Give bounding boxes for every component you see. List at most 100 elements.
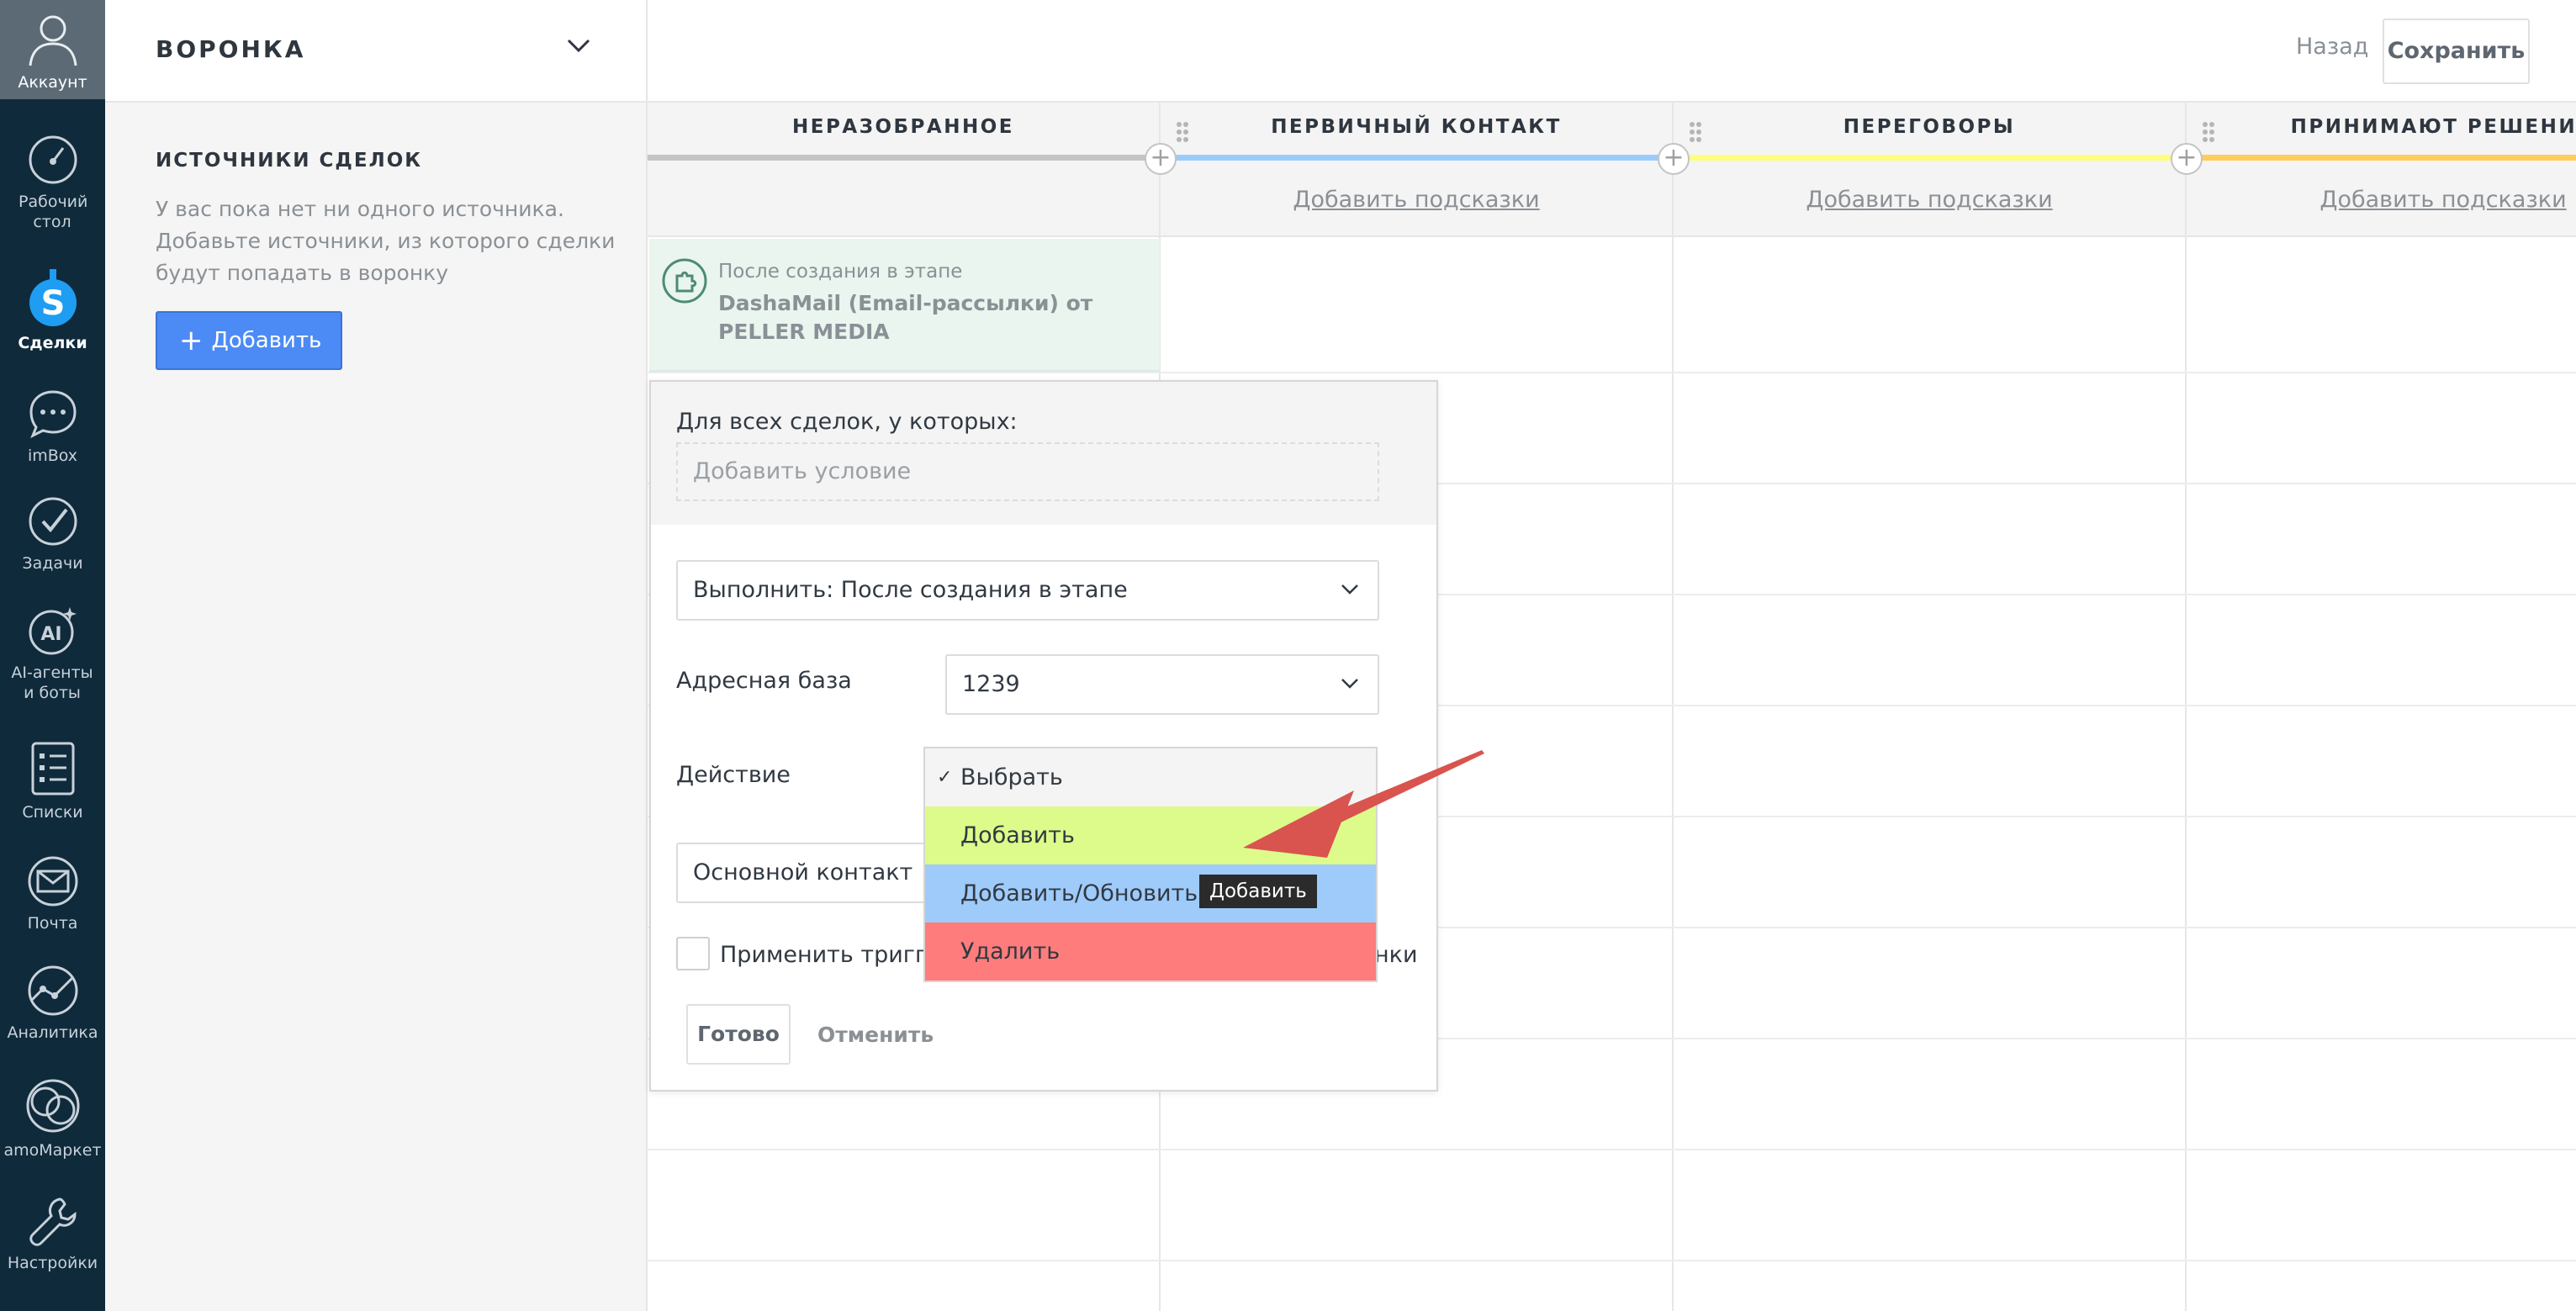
address-base-value: 1239	[962, 671, 1020, 697]
stage-title: НЕРАЗОБРАННОЕ	[792, 116, 1014, 138]
ai-icon: AI	[29, 607, 77, 655]
nav-deals[interactable]: S Сделки	[0, 267, 105, 353]
back-button[interactable]: Назад	[2296, 34, 2368, 60]
row-divider	[648, 1260, 2576, 1261]
cancel-button[interactable]: Отменить	[817, 1023, 934, 1047]
stage-title: ПЕРЕГОВОРЫ	[1843, 116, 2016, 138]
stage-title: ПЕРВИЧНЫЙ КОНТАКТ	[1271, 116, 1562, 138]
stage-column: ПРИНИМАЮТ РЕШЕНИЕ Добавить подсказки	[2187, 103, 2576, 1311]
nav-analytics[interactable]: Аналитика	[0, 964, 105, 1043]
speedometer-icon	[29, 135, 77, 184]
chevron-down-icon	[1341, 679, 1358, 689]
nav-lists-label: Списки	[22, 803, 83, 822]
nav-mail[interactable]: Почта	[0, 854, 105, 933]
deals-icon: S	[29, 269, 77, 326]
analytics-icon	[28, 965, 77, 1016]
contact-select[interactable]: Основной контакт	[676, 843, 954, 903]
chevron-down-icon[interactable]	[566, 37, 591, 54]
execute-select[interactable]: Выполнить: После создания в этапе	[676, 560, 1379, 621]
plus-icon: +	[179, 324, 204, 357]
add-condition-field[interactable]: Добавить условие	[676, 442, 1379, 501]
tooltip: Добавить	[1199, 875, 1317, 908]
trigger-settings-popup: Для всех сделок, у которых: Добавить усл…	[649, 380, 1438, 1092]
add-source-label: Добавить	[211, 328, 322, 353]
funnel-header[interactable]: ВОРОНКА	[105, 0, 646, 103]
sources-description: У вас пока нет ни одного источника. Доба…	[156, 197, 616, 285]
apply-trigger-label: Применить триггер	[720, 942, 955, 968]
add-hints-link[interactable]: Добавить подсказки	[1674, 187, 2185, 213]
checkmark-icon	[29, 497, 77, 546]
option-label: Добавить/Обновить	[960, 880, 1198, 907]
chat-icon	[29, 390, 77, 439]
funnel-title: ВОРОНКА	[156, 35, 306, 63]
annotation-arrow-icon	[1243, 750, 1484, 858]
stage-color-line	[648, 155, 1159, 161]
market-icon	[26, 1079, 79, 1133]
done-button[interactable]: Готово	[686, 1004, 791, 1065]
trigger-condition: После создания в этапе	[718, 261, 963, 283]
check-icon: ✓	[937, 767, 953, 788]
contact-value: Основной контакт	[693, 859, 913, 885]
svg-text:AI: AI	[40, 624, 61, 645]
option-label: Добавить	[960, 822, 1075, 848]
add-stage-button[interactable]: +	[1145, 143, 1177, 175]
nav-market[interactable]: amoМаркет	[0, 1076, 105, 1160]
add-hints-link[interactable]: Добавить подсказки	[2187, 187, 2576, 213]
execute-value: Выполнить: После создания в этапе	[693, 577, 1128, 603]
nav-dashboard-label: Рабочий стол	[19, 193, 88, 231]
trigger-card[interactable]: После создания в этапе DashaMail (Email-…	[649, 239, 1160, 372]
avatar-icon	[29, 15, 77, 66]
nav-dashboard[interactable]: Рабочий стол	[0, 133, 105, 232]
puzzle-icon	[662, 258, 707, 304]
stage-color-line	[1161, 155, 1672, 161]
trigger-name: DashaMail (Email-рассылки) от PELLER MED…	[718, 291, 1093, 344]
nav-ai-label: AI-агенты и боты	[11, 663, 93, 702]
option-label: Удалить	[960, 938, 1061, 965]
stage-column: ПЕРЕГОВОРЫ Добавить подсказки	[1674, 103, 2187, 1311]
apply-trigger-label-tail: нки	[1374, 942, 1418, 968]
address-base-label: Адресная база	[676, 668, 852, 694]
add-source-button[interactable]: + Добавить	[156, 311, 342, 370]
stage-color-line	[2187, 155, 2576, 161]
nav-deals-label: Сделки	[18, 334, 87, 352]
address-base-select[interactable]: 1239	[945, 654, 1379, 715]
stage-header: ПЕРЕГОВОРЫ Добавить подсказки	[1674, 103, 2185, 237]
action-option-delete[interactable]: Удалить	[925, 922, 1376, 981]
nav-imbox-label: imBox	[27, 447, 78, 465]
chevron-down-icon	[1341, 584, 1358, 595]
nav-account-label: Аккаунт	[18, 73, 87, 92]
nav-ai[interactable]: AI AI-агенты и боты	[0, 604, 105, 703]
nav-market-label: amoМаркет	[3, 1141, 102, 1160]
stage-header: НЕРАЗОБРАННОЕ	[648, 103, 1159, 237]
nav-mail-label: Почта	[27, 914, 78, 933]
condition-label: Для всех сделок, у которых:	[676, 409, 1018, 435]
list-icon	[31, 742, 74, 796]
apply-trigger-checkbox[interactable]	[676, 937, 710, 970]
save-button[interactable]: Сохранить	[2383, 19, 2530, 84]
stage-color-line	[1674, 155, 2185, 161]
add-stage-button[interactable]: +	[1658, 143, 1690, 175]
row-divider	[648, 372, 2576, 373]
nav-imbox[interactable]: imBox	[0, 387, 105, 466]
nav-tasks[interactable]: Задачи	[0, 494, 105, 574]
nav-lists[interactable]: Списки	[0, 740, 105, 822]
wrench-icon	[29, 1197, 77, 1246]
nav-tasks-label: Задачи	[22, 554, 83, 573]
action-label: Действие	[676, 762, 791, 788]
funnel-panel: ВОРОНКА ИСТОЧНИКИ СДЕЛОК У вас пока нет …	[105, 0, 648, 1311]
top-bar: Назад Сохранить	[648, 0, 2576, 103]
nav-settings[interactable]: Настройки	[0, 1194, 105, 1273]
add-stage-button[interactable]: +	[2171, 143, 2203, 175]
nav-account[interactable]: Аккаунт	[0, 0, 105, 99]
add-hints-link[interactable]: Добавить подсказки	[1161, 187, 1672, 213]
nav-settings-label: Настройки	[7, 1254, 98, 1272]
main-nav: Аккаунт Рабочий стол S Сделки imBox Зада…	[0, 0, 105, 1311]
mail-icon	[28, 856, 77, 907]
nav-analytics-label: Аналитика	[7, 1023, 98, 1042]
svg-text:S: S	[40, 284, 65, 323]
option-label: Выбрать	[960, 764, 1063, 790]
row-divider	[648, 1149, 2576, 1150]
condition-section: Для всех сделок, у которых: Добавить усл…	[651, 382, 1436, 525]
stage-header: ПРИНИМАЮТ РЕШЕНИЕ Добавить подсказки	[2187, 103, 2576, 237]
stage-header: ПЕРВИЧНЫЙ КОНТАКТ Добавить подсказки	[1161, 103, 1672, 237]
